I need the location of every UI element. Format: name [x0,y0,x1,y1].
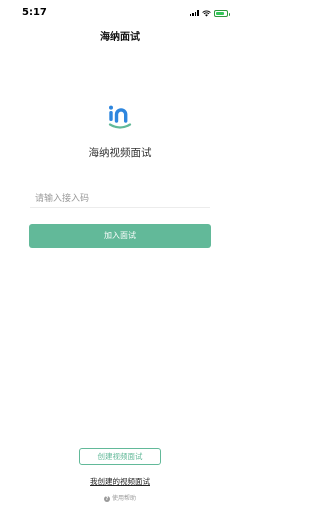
help-icon: ? [103,496,110,502]
join-interview-button[interactable]: 加入面试 [29,224,211,248]
status-icons [189,9,230,17]
wifi-icon [202,10,211,16]
signal-icon [189,10,199,16]
hainan-logo-icon [108,105,132,129]
status-bar: 5:17 [0,0,240,24]
screen: 5:17 海纳面试 海纳视频面试 加入面试 创建视频面试 我创建的视 [0,0,240,519]
help-link[interactable]: ? 使用帮助 [0,494,240,504]
page-title: 海纳面试 [100,32,140,43]
create-video-interview-button[interactable]: 创建视频面试 [79,448,161,465]
battery-level [216,11,224,15]
my-interviews-link-wrapper: 我创建的视频面试 [0,473,240,486]
status-time: 5:17 [22,7,47,18]
help-label: 使用帮助 [111,495,136,502]
access-code-input[interactable] [30,189,210,209]
my-interviews-link[interactable]: 我创建的视频面试 [90,477,150,486]
access-code-field-wrapper [30,186,210,209]
battery-icon [214,9,230,17]
app-name: 海纳视频面试 [88,147,152,159]
